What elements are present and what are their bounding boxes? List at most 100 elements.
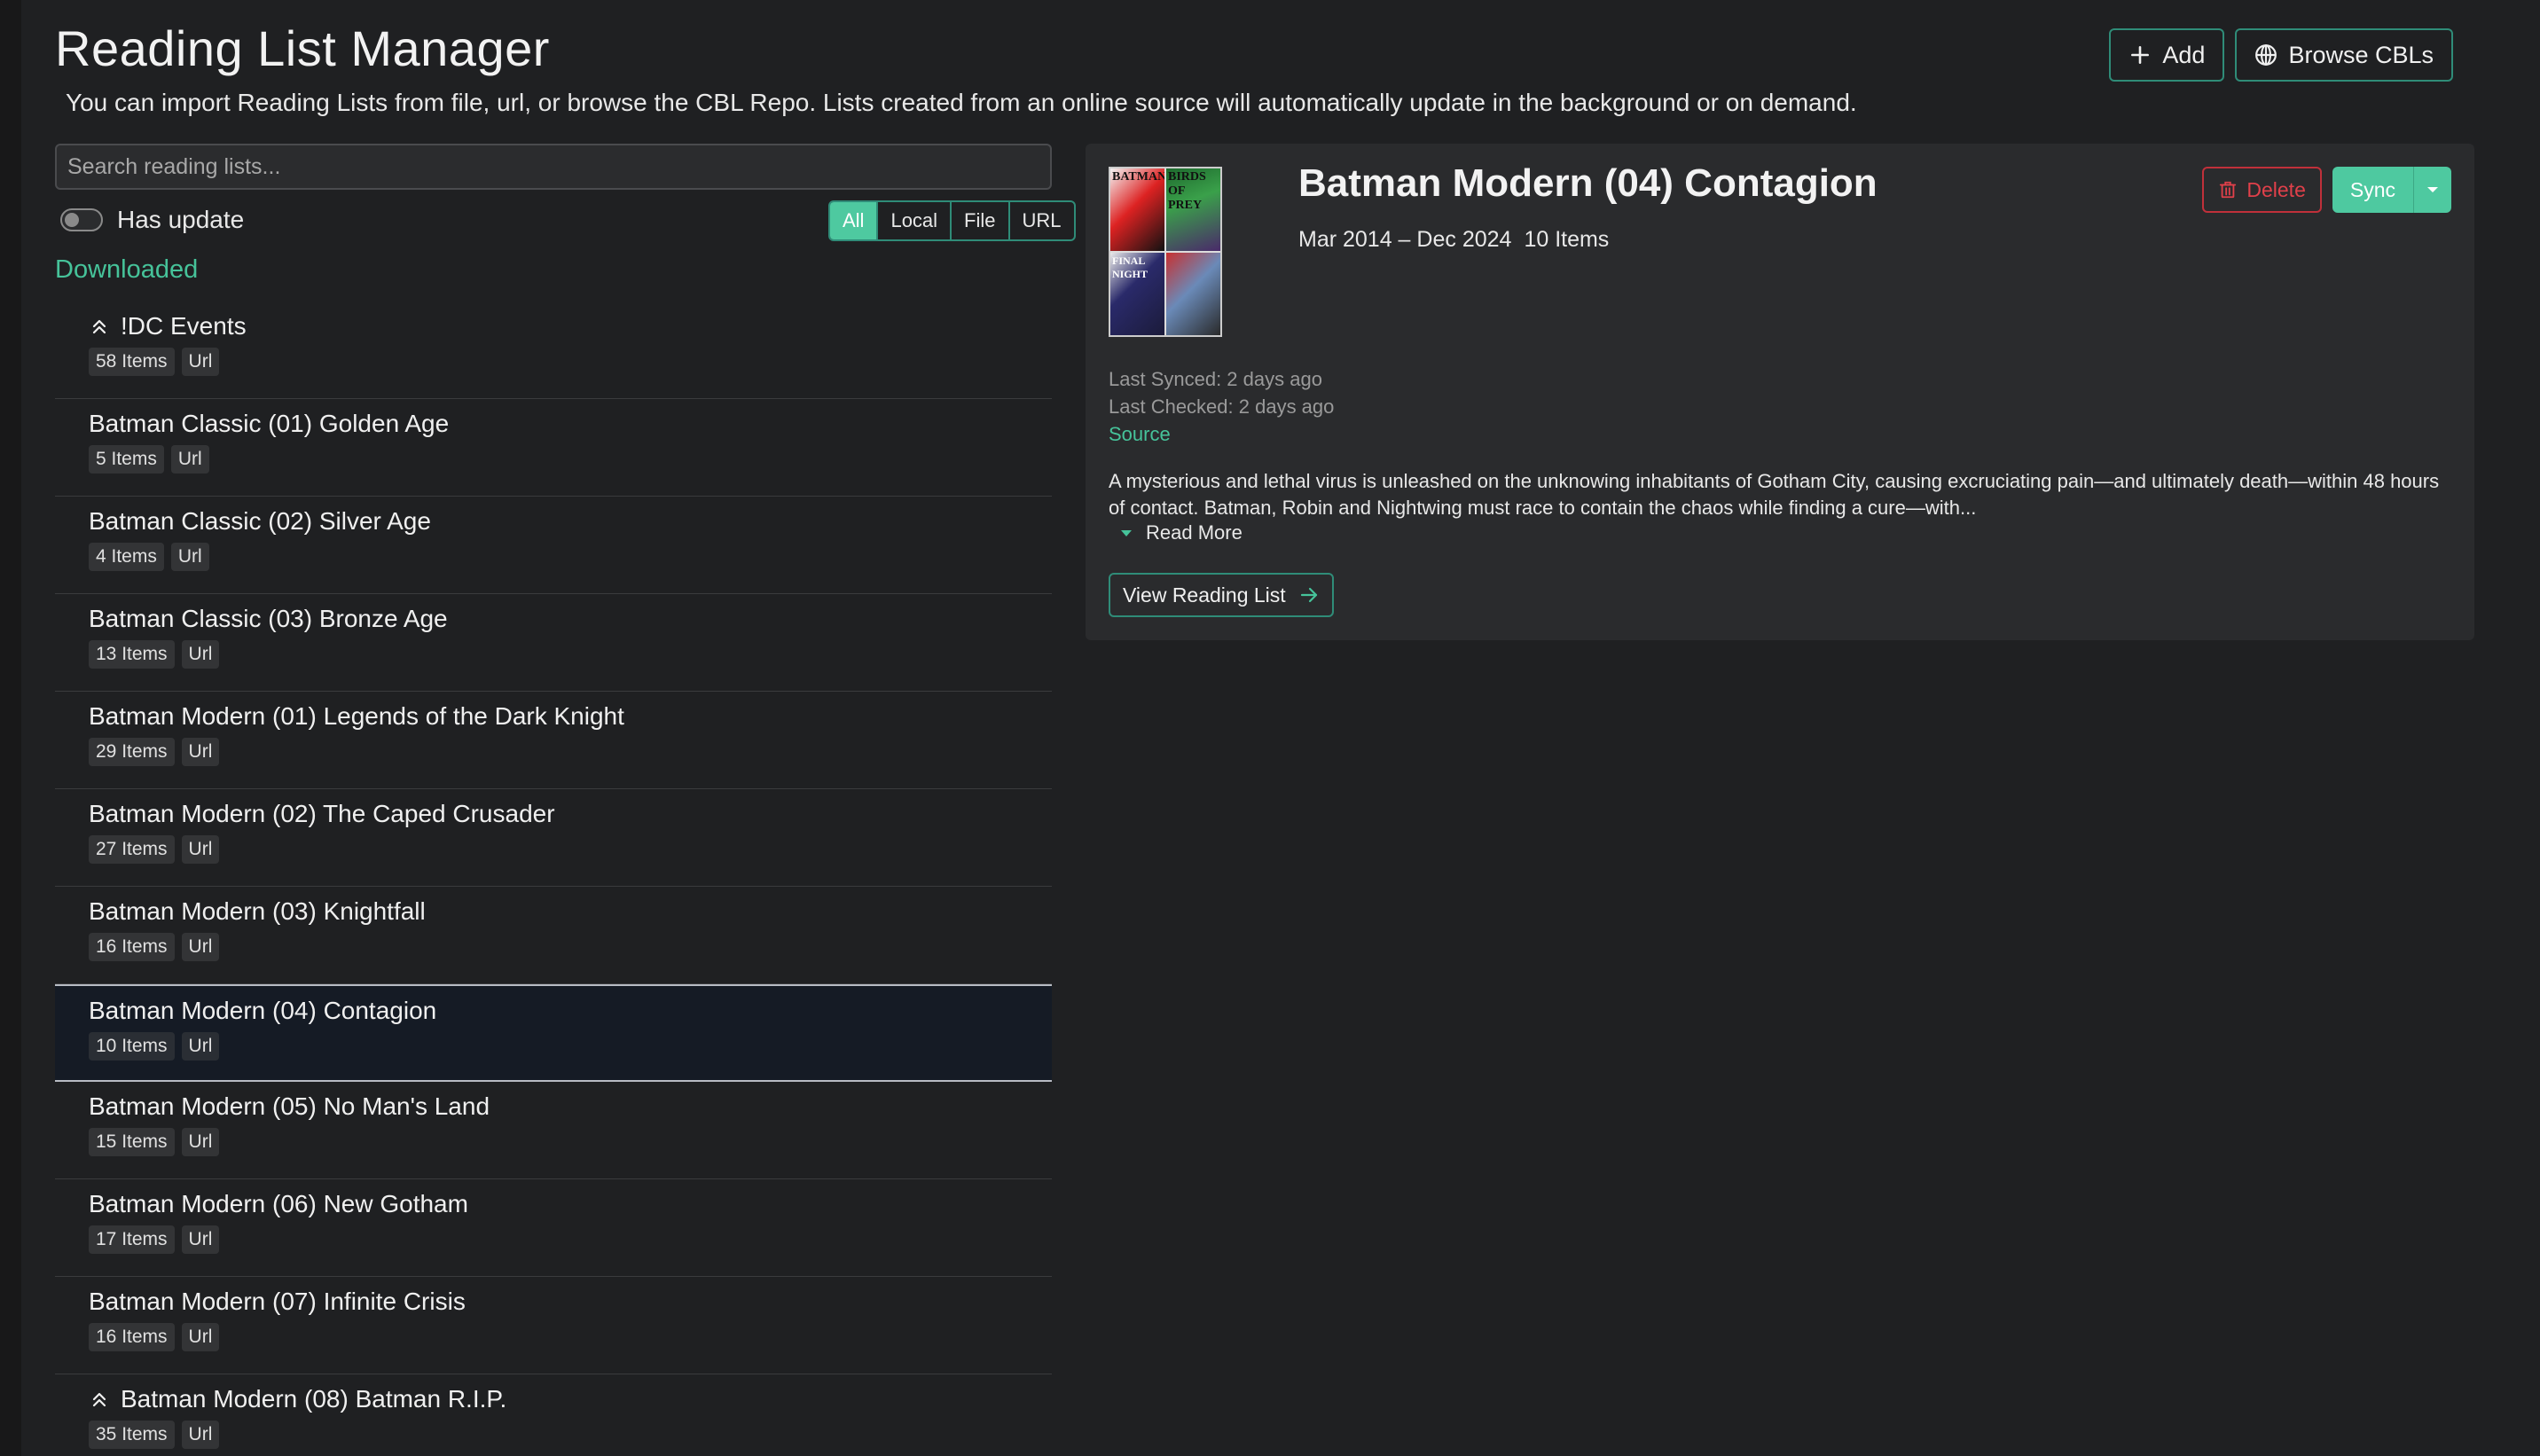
- caret-down-icon: [2427, 187, 2438, 192]
- source-badge: Url: [181, 348, 220, 376]
- left-rail: [0, 0, 21, 1456]
- filter-url[interactable]: URL: [1007, 202, 1074, 239]
- detail-meta: Mar 2014 – Dec 2024 10 Items: [1298, 227, 1609, 253]
- browse-cbls-label: Browse CBLs: [2288, 41, 2434, 68]
- reading-list: !DC Events 58 Items Url Batman Classic (…: [55, 301, 1052, 1456]
- item-count-badge: 29 Items: [89, 738, 175, 766]
- list-item-title: Batman Modern (03) Knightfall: [89, 897, 426, 925]
- list-item[interactable]: Batman Modern (03) Knightfall 16 Items U…: [55, 887, 1052, 984]
- filter-file[interactable]: File: [950, 202, 1007, 239]
- list-item[interactable]: Batman Modern (08) Batman R.I.P. 35 Item…: [55, 1374, 1052, 1456]
- source-badge: Url: [181, 738, 220, 766]
- trash-icon: [2220, 181, 2237, 199]
- item-count-badge: 35 Items: [89, 1421, 175, 1449]
- item-count-badge: 27 Items: [89, 835, 175, 864]
- delete-label: Delete: [2246, 177, 2306, 201]
- list-item[interactable]: Batman Classic (03) Bronze Age 13 Items …: [55, 594, 1052, 692]
- source-link[interactable]: Source: [1109, 420, 1334, 448]
- list-item-title: Batman Modern (08) Batman R.I.P.: [121, 1385, 507, 1413]
- source-badge: Url: [170, 445, 209, 474]
- source-badge: Url: [170, 543, 209, 571]
- sync-menu-toggle[interactable]: [2414, 167, 2451, 213]
- list-item-title: !DC Events: [121, 312, 247, 340]
- has-update-filter: Has update: [60, 206, 244, 234]
- list-item[interactable]: Batman Modern (01) Legends of the Dark K…: [55, 692, 1052, 789]
- list-item[interactable]: Batman Modern (07) Infinite Crisis 16 It…: [55, 1277, 1052, 1374]
- source-badge: Url: [181, 1032, 220, 1061]
- list-item[interactable]: Batman Modern (05) No Man's Land 15 Item…: [55, 1082, 1052, 1179]
- arrow-right-icon: [1300, 587, 1317, 603]
- date-range: Mar 2014 – Dec 2024: [1298, 227, 1512, 252]
- browse-cbls-button[interactable]: Browse CBLs: [2235, 28, 2453, 82]
- has-update-toggle[interactable]: [60, 208, 103, 231]
- page-description: You can import Reading Lists from file, …: [66, 89, 1857, 116]
- item-count-badge: 15 Items: [89, 1128, 175, 1156]
- filter-local[interactable]: Local: [876, 202, 950, 239]
- source-badge: Url: [181, 933, 220, 961]
- list-item[interactable]: Batman Classic (01) Golden Age 5 Items U…: [55, 399, 1052, 497]
- page: Reading List Manager You can import Read…: [55, 0, 2540, 1456]
- list-item-title: Batman Modern (01) Legends of the Dark K…: [89, 702, 624, 730]
- list-item[interactable]: Batman Modern (02) The Caped Crusader 27…: [55, 789, 1052, 887]
- cover-collage: BATMAN BIRDS OF PREY FINAL NIGHT: [1109, 167, 1222, 337]
- filter-all[interactable]: All: [830, 202, 877, 239]
- list-item-title: Batman Classic (03) Bronze Age: [89, 605, 448, 632]
- plus-icon: [2131, 46, 2150, 64]
- source-badge: Url: [181, 1128, 220, 1156]
- list-item-title: Batman Modern (05) No Man's Land: [89, 1092, 490, 1120]
- description: A mysterious and lethal virus is unleash…: [1109, 470, 2440, 519]
- page-title: Reading List Manager: [55, 20, 550, 76]
- cover-image: BIRDS OF PREY: [1166, 168, 1220, 251]
- list-item-selected[interactable]: Batman Modern (04) Contagion 10 Items Ur…: [55, 984, 1052, 1082]
- detail-title: Batman Modern (04) Contagion: [1298, 161, 1878, 205]
- list-item-title: Batman Modern (02) The Caped Crusader: [89, 800, 555, 827]
- cover-title: BIRDS OF PREY: [1168, 170, 1206, 212]
- list-item-title: Batman Classic (02) Silver Age: [89, 507, 431, 535]
- detail-actions: Delete Sync: [2202, 167, 2451, 213]
- source-badge: Url: [181, 1225, 220, 1254]
- source-badge: Url: [181, 835, 220, 864]
- sync-button[interactable]: Sync: [2332, 167, 2414, 213]
- add-button[interactable]: Add: [2109, 28, 2225, 82]
- source-badge: Url: [181, 1323, 220, 1351]
- list-item-title: Batman Classic (01) Golden Age: [89, 410, 450, 437]
- cover-image: FINAL NIGHT: [1110, 253, 1164, 335]
- cover-title: FINAL NIGHT: [1112, 254, 1148, 280]
- source-badge: Url: [181, 1421, 220, 1449]
- item-count-badge: 58 Items: [89, 348, 175, 376]
- double-chevron-up-icon: [92, 1392, 106, 1407]
- item-count: 10 Items: [1524, 227, 1610, 252]
- search-input[interactable]: [55, 144, 1052, 190]
- view-reading-list-button[interactable]: View Reading List: [1109, 573, 1334, 617]
- cover-title: BATMAN: [1112, 170, 1164, 184]
- sync-info: Last Synced: 2 days ago Last Checked: 2 …: [1109, 365, 1334, 448]
- read-more-label: Read More: [1146, 521, 1243, 544]
- cover-image: BATMAN: [1110, 168, 1164, 251]
- read-more-toggle[interactable]: Read More: [1119, 521, 1243, 544]
- has-update-label: Has update: [117, 206, 245, 233]
- item-count-badge: 4 Items: [89, 543, 164, 571]
- item-count-badge: 17 Items: [89, 1225, 175, 1254]
- list-item-title: Batman Modern (04) Contagion: [89, 997, 437, 1024]
- item-count-badge: 16 Items: [89, 933, 175, 961]
- globe-icon: [2255, 44, 2277, 66]
- item-count-badge: 13 Items: [89, 640, 175, 669]
- last-checked: Last Checked: 2 days ago: [1109, 395, 1335, 418]
- view-reading-list-label: View Reading List: [1123, 583, 1286, 607]
- header-actions: Add Browse CBLs: [2109, 28, 2453, 82]
- list-item[interactable]: !DC Events 58 Items Url: [55, 301, 1052, 399]
- triangle-down-icon: [1121, 530, 1132, 536]
- item-count-badge: 16 Items: [89, 1323, 175, 1351]
- section-label-downloaded: Downloaded: [55, 255, 199, 284]
- delete-button[interactable]: Delete: [2202, 167, 2322, 213]
- last-synced: Last Synced: 2 days ago: [1109, 368, 1322, 390]
- item-count-badge: 10 Items: [89, 1032, 175, 1061]
- list-item[interactable]: Batman Classic (02) Silver Age 4 Items U…: [55, 497, 1052, 594]
- sync-split-button: Sync: [2332, 167, 2451, 213]
- list-item-title: Batman Modern (07) Infinite Crisis: [89, 1288, 466, 1315]
- add-button-label: Add: [2162, 41, 2206, 68]
- reading-list-detail-panel: BATMAN BIRDS OF PREY FINAL NIGHT Batman …: [1086, 144, 2474, 640]
- cover-image: [1166, 253, 1220, 335]
- list-item-title: Batman Modern (06) New Gotham: [89, 1190, 468, 1217]
- list-item[interactable]: Batman Modern (06) New Gotham 17 Items U…: [55, 1179, 1052, 1277]
